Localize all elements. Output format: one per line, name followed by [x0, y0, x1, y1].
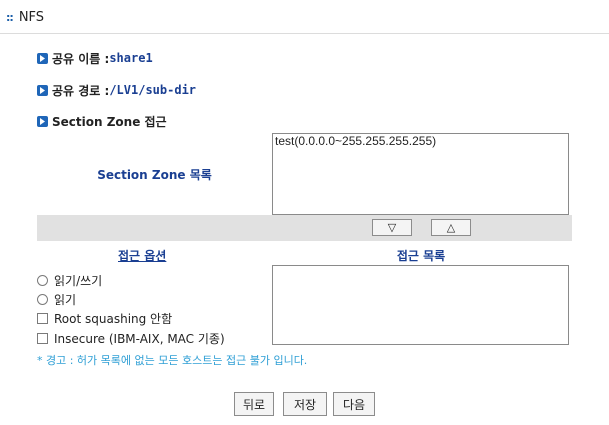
bullet-arrow-icon: [37, 52, 48, 64]
access-options-header: 접근 옵션: [118, 249, 167, 263]
back-button[interactable]: 뒤로: [234, 392, 274, 416]
option-insecure[interactable]: Insecure (IBM-AIX, MAC 기종): [37, 330, 225, 347]
option-root-squashing[interactable]: Root squashing 안함: [37, 310, 172, 327]
option-label: Insecure (IBM-AIX, MAC 기종): [54, 332, 225, 346]
option-label: 읽기: [54, 293, 77, 307]
next-button[interactable]: 다음: [333, 392, 375, 416]
section-zone-access-label: Section Zone 접근: [52, 114, 167, 129]
share-path-value: /LV1/sub-dir: [109, 83, 197, 97]
bullet-arrow-icon: [37, 84, 48, 96]
read-radio[interactable]: [37, 294, 48, 305]
access-list-header: 접근 목록: [396, 249, 446, 263]
header-divider: [0, 33, 609, 34]
option-read-write[interactable]: 읽기/쓰기: [37, 272, 102, 289]
move-down-button[interactable]: ▽: [372, 219, 412, 236]
page-header: :: NFS: [6, 8, 44, 26]
save-button[interactable]: 저장: [283, 392, 327, 416]
share-path-label: 공유 경로 :: [52, 83, 110, 98]
arrow-up-icon: △: [446, 221, 456, 234]
read-write-radio[interactable]: [37, 275, 48, 286]
option-label: Root squashing 안함: [54, 312, 173, 326]
list-item[interactable]: test(0.0.0.0~255.255.255.255): [273, 134, 568, 148]
warning-text: * 경고 : 허가 목록에 없는 모든 호스트는 접근 불가 입니다.: [37, 354, 308, 367]
header-dots-icon: ::: [6, 10, 14, 24]
section-zone-list-label: Section Zone 목록: [97, 167, 212, 182]
move-up-button[interactable]: △: [431, 219, 471, 236]
root-squashing-checkbox[interactable]: [37, 313, 48, 324]
share-name-label: 공유 이름 :: [52, 51, 110, 66]
page-title: NFS: [18, 9, 45, 25]
access-listbox[interactable]: [272, 265, 569, 345]
option-read[interactable]: 읽기: [37, 291, 76, 308]
bullet-arrow-icon: [37, 115, 48, 127]
transfer-bar: [37, 215, 572, 241]
arrow-down-icon: ▽: [387, 221, 397, 234]
section-zone-listbox[interactable]: test(0.0.0.0~255.255.255.255): [272, 133, 569, 215]
share-path-row: 공유 경로 : /LV1/sub-dir: [37, 82, 196, 98]
section-zone-access-row: Section Zone 접근: [37, 113, 167, 129]
share-name-value: share1: [109, 51, 153, 65]
option-label: 읽기/쓰기: [54, 274, 103, 288]
insecure-checkbox[interactable]: [37, 333, 48, 344]
share-name-row: 공유 이름 : share1: [37, 50, 153, 66]
